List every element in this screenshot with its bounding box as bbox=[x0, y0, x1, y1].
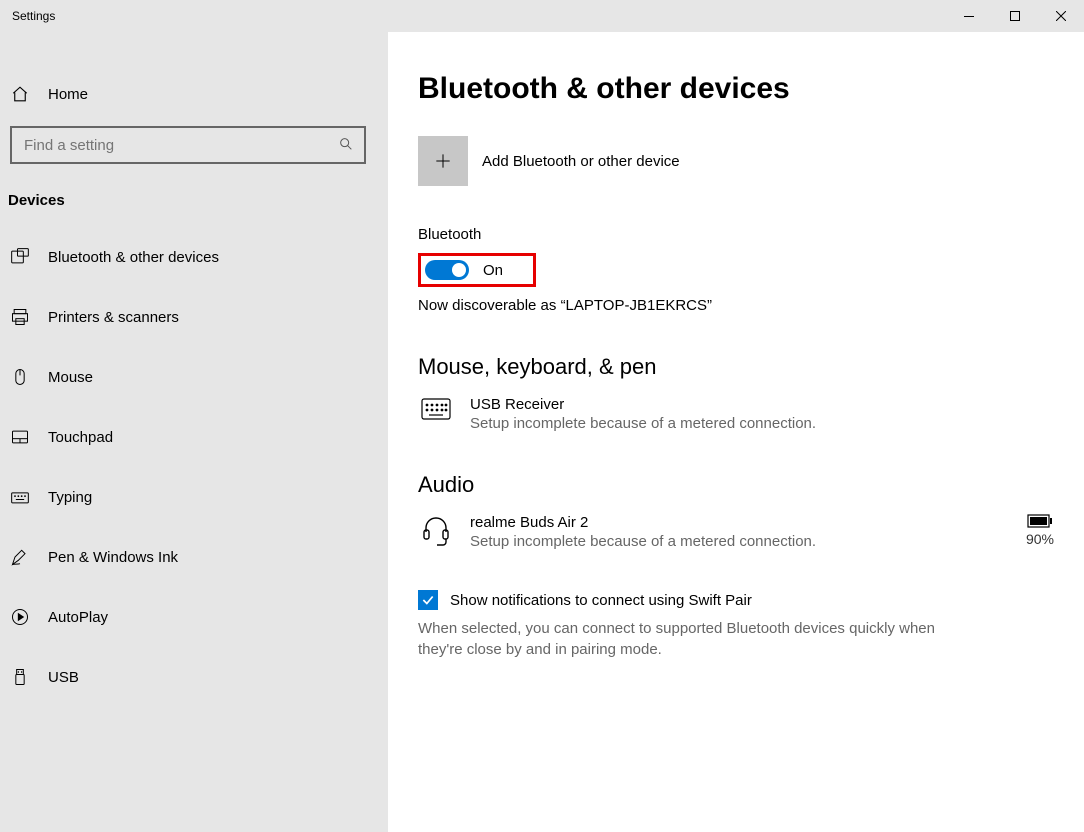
battery-percent: 90% bbox=[1026, 531, 1054, 547]
device-usb-receiver[interactable]: USB Receiver Setup incomplete because of… bbox=[418, 396, 1054, 432]
device-realme-buds[interactable]: realme Buds Air 2 Setup incomplete becau… bbox=[418, 514, 1054, 550]
device-name: USB Receiver bbox=[470, 396, 1054, 413]
bluetooth-toggle-highlight: On bbox=[418, 253, 536, 287]
headset-icon bbox=[418, 514, 454, 546]
mouse-icon bbox=[10, 367, 30, 387]
sidebar-item-label: AutoPlay bbox=[48, 609, 108, 626]
swift-pair-label: Show notifications to connect using Swif… bbox=[450, 592, 752, 609]
device-status: Setup incomplete because of a metered co… bbox=[470, 533, 1010, 550]
search-icon bbox=[338, 136, 354, 155]
sidebar-item-label: Typing bbox=[48, 489, 92, 506]
discoverable-text: Now discoverable as “LAPTOP-JB1EKRCS” bbox=[418, 297, 1054, 314]
close-button[interactable] bbox=[1038, 0, 1084, 32]
sidebar-section-label: Devices bbox=[8, 192, 388, 209]
add-device-label: Add Bluetooth or other device bbox=[482, 153, 680, 170]
home-icon bbox=[10, 84, 30, 104]
sidebar-item-label: Pen & Windows Ink bbox=[48, 549, 178, 566]
search-box[interactable] bbox=[10, 126, 366, 164]
sidebar-item-pen[interactable]: Pen & Windows Ink bbox=[0, 527, 388, 587]
home-label: Home bbox=[48, 86, 88, 103]
sidebar-item-label: Printers & scanners bbox=[48, 309, 179, 326]
usb-icon bbox=[10, 667, 30, 687]
title-bar: Settings bbox=[0, 0, 1084, 32]
home-link[interactable]: Home bbox=[0, 72, 388, 116]
sidebar-item-label: Touchpad bbox=[48, 429, 113, 446]
maximize-button[interactable] bbox=[992, 0, 1038, 32]
pen-icon bbox=[10, 547, 30, 567]
window-title: Settings bbox=[0, 9, 55, 23]
search-input[interactable] bbox=[22, 136, 322, 155]
sidebar-item-label: USB bbox=[48, 669, 79, 686]
swift-pair-checkbox-row[interactable]: Show notifications to connect using Swif… bbox=[418, 590, 1054, 610]
battery-icon bbox=[1027, 514, 1053, 528]
sidebar-item-label: Mouse bbox=[48, 369, 93, 386]
keyboard-icon bbox=[10, 487, 30, 507]
sidebar-item-touchpad[interactable]: Touchpad bbox=[0, 407, 388, 467]
sidebar-item-autoplay[interactable]: AutoPlay bbox=[0, 587, 388, 647]
section-mouse-title: Mouse, keyboard, & pen bbox=[418, 354, 1054, 380]
autoplay-icon bbox=[10, 607, 30, 627]
sidebar-item-typing[interactable]: Typing bbox=[0, 467, 388, 527]
sidebar: Home Devices Bluetooth & other device bbox=[0, 32, 388, 832]
main-content: Bluetooth & other devices Add Bluetooth … bbox=[388, 32, 1084, 832]
sidebar-item-printers[interactable]: Printers & scanners bbox=[0, 287, 388, 347]
bluetooth-toggle-state: On bbox=[483, 262, 503, 279]
sidebar-item-usb[interactable]: USB bbox=[0, 647, 388, 707]
section-audio-title: Audio bbox=[418, 472, 1054, 498]
sidebar-item-mouse[interactable]: Mouse bbox=[0, 347, 388, 407]
swift-pair-checkbox[interactable] bbox=[418, 590, 438, 610]
plus-icon bbox=[418, 136, 468, 186]
window-controls bbox=[946, 0, 1084, 32]
device-name: realme Buds Air 2 bbox=[470, 514, 1010, 531]
bluetooth-label: Bluetooth bbox=[418, 226, 1054, 243]
add-device-button[interactable]: Add Bluetooth or other device bbox=[418, 136, 1054, 186]
minimize-button[interactable] bbox=[946, 0, 992, 32]
page-title: Bluetooth & other devices bbox=[418, 72, 1054, 106]
sidebar-item-bluetooth[interactable]: Bluetooth & other devices bbox=[0, 227, 388, 287]
bluetooth-devices-icon bbox=[10, 247, 30, 267]
device-status: Setup incomplete because of a metered co… bbox=[470, 415, 1054, 432]
touchpad-icon bbox=[10, 427, 30, 447]
swift-pair-description: When selected, you can connect to suppor… bbox=[418, 618, 978, 660]
bluetooth-toggle[interactable] bbox=[425, 260, 469, 280]
keyboard-device-icon bbox=[418, 396, 454, 420]
battery-status: 90% bbox=[1026, 514, 1054, 547]
printer-icon bbox=[10, 307, 30, 327]
sidebar-item-label: Bluetooth & other devices bbox=[48, 249, 219, 266]
